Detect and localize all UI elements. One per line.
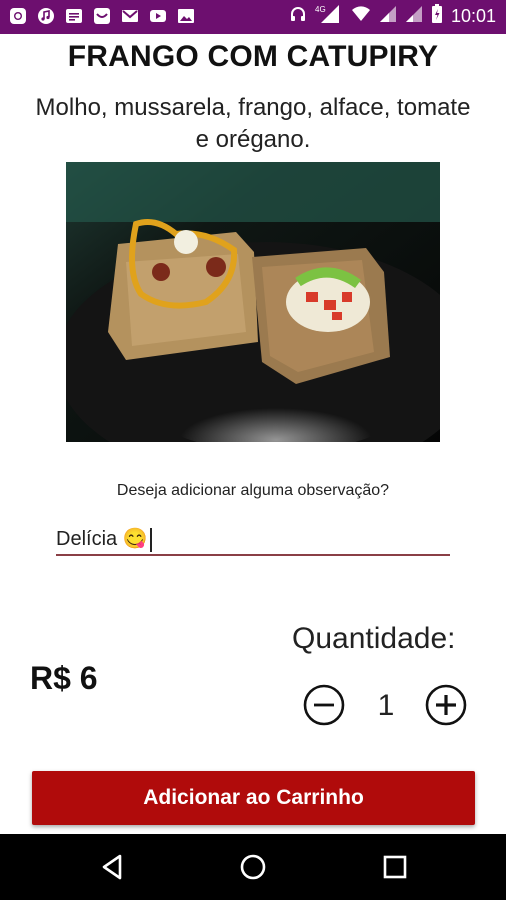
back-icon: [102, 854, 122, 880]
recents-icon: [383, 855, 407, 879]
observation-label: Deseja adicionar alguma observação?: [116, 482, 390, 499]
increase-quantity-button[interactable]: [424, 683, 468, 727]
plus-circle-icon: [425, 684, 467, 726]
observation-input[interactable]: Delícia 😋: [56, 520, 450, 556]
product-title: FRANGO COM CATUPIRY: [67, 40, 439, 73]
gmail-icon: [120, 6, 140, 26]
product-description: Molho, mussarela, frango, alface, tomate…: [35, 94, 471, 153]
minus-circle-icon: [303, 684, 345, 726]
product-price: R$ 6: [30, 660, 98, 696]
battery-icon: [431, 4, 443, 28]
notification-icons: [8, 6, 196, 26]
text-cursor: [149, 527, 152, 552]
headphones-icon: [289, 5, 307, 27]
observation-input-value: Delícia 😋: [56, 526, 152, 552]
home-icon: [240, 854, 266, 880]
signal-4g-icon: 4G: [315, 4, 343, 28]
youtube-icon: [148, 6, 168, 26]
back-button[interactable]: [98, 852, 128, 882]
wifi-icon: [351, 5, 371, 27]
recents-button[interactable]: [380, 852, 410, 882]
home-button[interactable]: [238, 852, 268, 882]
navigation-bar: [0, 834, 506, 900]
add-to-cart-button[interactable]: Adicionar ao Carrinho: [32, 771, 475, 825]
music-icon: [36, 6, 56, 26]
decrease-quantity-button[interactable]: [302, 683, 346, 727]
product-image: [66, 162, 440, 442]
observation-text: Delícia 😋: [56, 528, 148, 550]
clock: 10:01: [450, 5, 496, 26]
signal-icon-2: [405, 5, 423, 27]
gallery-icon: [176, 6, 196, 26]
system-icons: 4G 10:01: [289, 4, 496, 28]
quantity-label: Quantidade:: [292, 622, 456, 655]
status-bar: 4G 10:01: [0, 0, 506, 34]
signal-icon: [379, 5, 397, 27]
quantity-stepper: 1: [302, 683, 470, 729]
whatsapp-icon: [8, 6, 28, 26]
message-icon: [64, 6, 84, 26]
network-type-label: 4G: [315, 5, 326, 14]
messenger-icon: [92, 6, 112, 26]
quantity-value: 1: [377, 689, 395, 722]
